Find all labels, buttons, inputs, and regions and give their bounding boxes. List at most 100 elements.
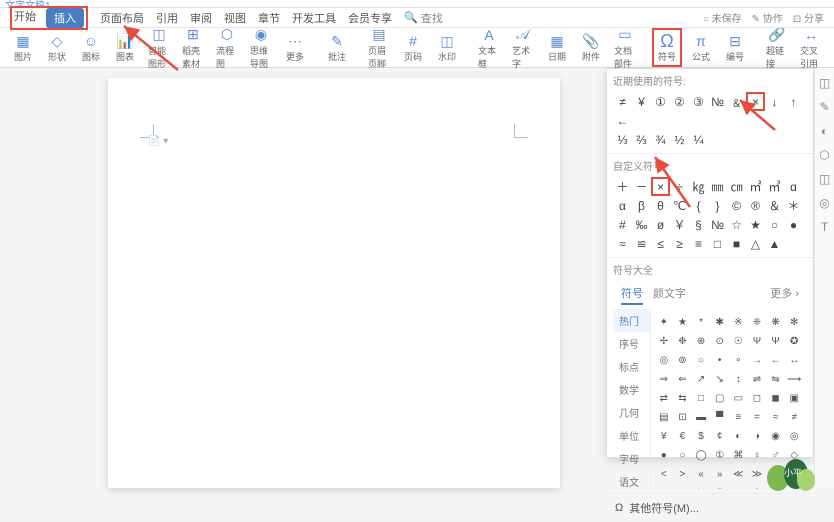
sym[interactable]: ＆ — [765, 196, 784, 215]
sym[interactable]: ≤ — [651, 234, 670, 253]
sym[interactable]: × — [651, 177, 670, 196]
sym[interactable]: ↑ — [784, 92, 803, 111]
sym[interactable]: ㎝ — [727, 177, 746, 196]
sym[interactable]: § — [689, 215, 708, 234]
char-cell[interactable]: ▤ — [655, 408, 673, 426]
char-cell[interactable]: ⇄ — [655, 389, 673, 407]
sym[interactable]: β — [632, 196, 651, 215]
char-cell[interactable]: ≡ — [730, 408, 748, 426]
date-button[interactable]: ▦日期 — [542, 30, 572, 65]
char-cell[interactable]: ✢ — [655, 332, 673, 350]
sym[interactable]: × — [746, 92, 765, 111]
xref-button[interactable]: ↔交叉引用 — [796, 24, 826, 72]
sym[interactable]: ⅓ — [613, 130, 632, 149]
char-cell[interactable]: ¢ — [711, 427, 729, 445]
cat-item[interactable]: 序号 — [613, 332, 650, 355]
docpart-button[interactable]: ▭文档部件 — [610, 24, 640, 72]
char-cell[interactable]: ≈ — [767, 408, 785, 426]
sym[interactable]: ﹠ — [727, 92, 746, 111]
char-cell[interactable]: ◎ — [785, 427, 803, 445]
sym[interactable]: ℃ — [670, 196, 689, 215]
annot-button[interactable]: ✎批注 — [322, 30, 352, 65]
char-cell[interactable]: ▣ — [785, 389, 803, 407]
char-cell[interactable]: Ψ — [767, 332, 785, 350]
sym[interactable]: ③ — [689, 92, 708, 111]
coop-button[interactable]: ✎ 协作 — [752, 10, 783, 25]
sym[interactable]: α — [613, 196, 632, 215]
char-cell[interactable]: ✻ — [785, 313, 803, 331]
char-cell[interactable]: ≠ — [785, 408, 803, 426]
sym[interactable]: © — [727, 196, 746, 215]
search-box[interactable]: 🔍查找 — [404, 10, 443, 26]
shape-button[interactable]: ◇形状 — [42, 30, 72, 65]
smart-button[interactable]: ◫智能图形 — [144, 24, 174, 72]
cat-item[interactable]: 单位 — [613, 424, 650, 447]
char-cell[interactable]: ◻ — [748, 389, 766, 407]
sym[interactable]: － — [632, 177, 651, 196]
wm-button[interactable]: ◫水印 — [432, 30, 462, 65]
header-button[interactable]: ▤页眉页脚 — [364, 24, 394, 72]
char-cell[interactable]: $ — [692, 427, 710, 445]
cat-item[interactable]: 热门 — [613, 309, 650, 332]
sym[interactable]: △ — [746, 234, 765, 253]
document-canvas[interactable]: 📄 ▾ — [108, 78, 560, 488]
sym[interactable]: ■ — [727, 234, 746, 253]
char-cell[interactable]: ❋ — [767, 313, 785, 331]
mind-button[interactable]: ◉思维导图 — [246, 24, 276, 72]
sym[interactable]: № — [708, 92, 727, 111]
char-cell[interactable]: ⌘ — [730, 446, 748, 464]
char-cell[interactable]: ○ — [674, 446, 692, 464]
more-link[interactable]: 更多 › — [770, 285, 799, 305]
sym[interactable]: ★ — [746, 215, 765, 234]
char-cell[interactable]: < — [655, 465, 673, 483]
char-cell[interactable]: ⊚ — [674, 351, 692, 369]
char-cell[interactable]: ▭ — [730, 389, 748, 407]
sym[interactable]: □ — [708, 234, 727, 253]
symbol-button[interactable]: Ω符号 — [652, 28, 682, 67]
sym[interactable]: ÷ — [670, 177, 689, 196]
char-cell[interactable]: Ψ — [748, 332, 766, 350]
sym[interactable]: ‰ — [632, 215, 651, 234]
char-cell[interactable]: ⊡ — [674, 408, 692, 426]
pic-button[interactable]: ▦图片 — [8, 30, 38, 65]
char-cell[interactable]: ⇒ — [655, 370, 673, 388]
char-cell[interactable]: ∀ — [692, 484, 710, 489]
char-cell[interactable]: ↘ — [711, 370, 729, 388]
char-cell[interactable]: > — [674, 465, 692, 483]
char-cell[interactable]: ▬ — [692, 408, 710, 426]
sym[interactable]: ≠ — [613, 92, 632, 111]
char-cell[interactable]: ☉ — [730, 332, 748, 350]
char-cell[interactable]: ★ — [674, 313, 692, 331]
char-cell[interactable]: ▀ — [711, 408, 729, 426]
char-cell[interactable]: ① — [711, 446, 729, 464]
tab-insert[interactable]: 插入 — [46, 8, 84, 28]
char-cell[interactable]: ⇆ — [674, 389, 692, 407]
char-cell[interactable]: ✦ — [655, 313, 673, 331]
num-button[interactable]: ⊟编号 — [720, 30, 750, 65]
link-button[interactable]: 🔗超链接 — [762, 24, 792, 72]
sideicon[interactable]: ◐ — [821, 124, 828, 138]
sym[interactable]: ½ — [670, 130, 689, 149]
sym[interactable]: # — [613, 215, 632, 234]
sym[interactable]: ≈ — [613, 234, 632, 253]
sym[interactable]: ® — [746, 196, 765, 215]
sym[interactable]: ☆ — [727, 215, 746, 234]
chart-button[interactable]: 📊图表 — [110, 30, 140, 65]
sym[interactable]: ø — [651, 215, 670, 234]
char-cell[interactable]: ◎ — [655, 351, 673, 369]
char-cell[interactable]: ✪ — [785, 332, 803, 350]
more-button[interactable]: ⋯更多 — [280, 30, 310, 65]
share-button[interactable]: ⊡ 分享 — [793, 10, 824, 25]
tab-view[interactable]: 视图 — [224, 10, 246, 26]
char-cell[interactable]: ❈ — [748, 313, 766, 331]
char-cell[interactable]: ◉ — [767, 427, 785, 445]
char-cell[interactable]: ※ — [730, 313, 748, 331]
char-cell[interactable]: ● — [655, 446, 673, 464]
char-cell[interactable]: ○ — [692, 351, 710, 369]
char-cell[interactable]: ✱ — [711, 313, 729, 331]
char-cell[interactable]: ▢ — [711, 389, 729, 407]
char-cell[interactable]: ∃ — [711, 484, 729, 489]
sym[interactable]: ¼ — [689, 130, 708, 149]
sideicon[interactable]: T — [821, 220, 828, 234]
tab-member[interactable]: 会员专享 — [348, 10, 392, 26]
